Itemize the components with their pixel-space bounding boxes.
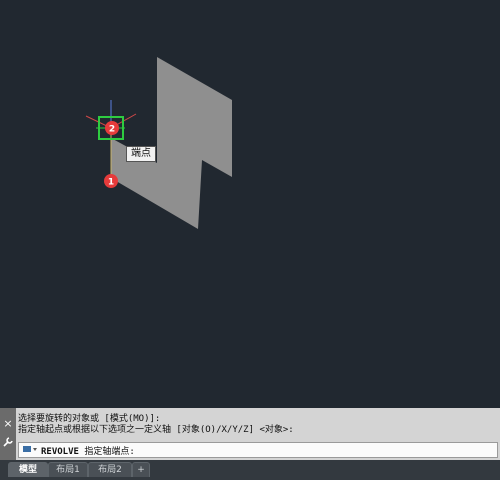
profile-shape[interactable] xyxy=(111,57,232,229)
drawing-viewport[interactable]: 2 1 端点 xyxy=(0,0,500,408)
tab-layout2[interactable]: 布局2 xyxy=(88,462,132,477)
history-line: 指定轴起点或根据以下选项之一定义轴 [对象(O)/X/Y/Z] <对象>: xyxy=(18,425,294,435)
command-input[interactable]: REVOLVE 指定轴端点: xyxy=(18,442,498,458)
command-grip[interactable]: × xyxy=(0,408,16,460)
marker-2-label: 2 xyxy=(109,125,115,135)
close-icon[interactable]: × xyxy=(2,418,14,430)
command-prompt-icon[interactable] xyxy=(19,444,41,457)
command-prompt-text: 指定轴端点: xyxy=(84,446,135,457)
command-panel: × 选择要旋转的对象或 [模式(MO)]: 指定轴起点或根据以下选项之一定义轴 … xyxy=(0,408,500,460)
marker-1-label: 1 xyxy=(108,178,114,188)
tab-add-button[interactable]: + xyxy=(132,462,150,477)
tab-layout1[interactable]: 布局1 xyxy=(48,462,88,477)
drawing-canvas[interactable]: 2 1 xyxy=(0,0,500,408)
command-history: 选择要旋转的对象或 [模式(MO)]: 指定轴起点或根据以下选项之一定义轴 [对… xyxy=(18,414,498,436)
wrench-icon[interactable] xyxy=(2,436,14,448)
tab-model[interactable]: 模型 xyxy=(8,462,48,477)
history-line: 选择要旋转的对象或 [模式(MO)]: xyxy=(18,414,161,424)
snap-tooltip: 端点 xyxy=(126,146,156,162)
command-name: REVOLVE xyxy=(41,446,79,457)
layout-tabs: 模型 布局1 布局2 + xyxy=(0,460,500,480)
command-prompt: REVOLVE 指定轴端点: xyxy=(41,444,135,457)
